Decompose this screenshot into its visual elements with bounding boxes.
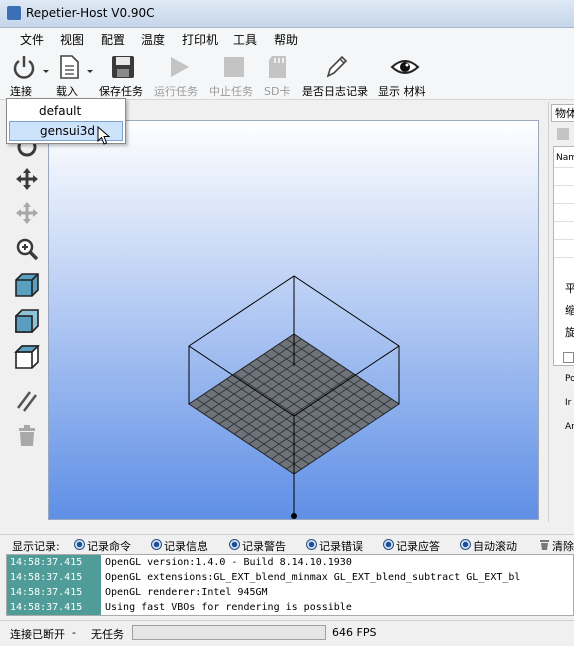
pencil-icon — [326, 55, 348, 78]
log-row: 14:58:37.415 OpenGL extensions:GL_EXT_bl… — [7, 570, 573, 585]
power-icon — [13, 56, 35, 79]
menu-file[interactable]: 文件 — [20, 31, 44, 48]
print-volume-canvas — [188, 275, 400, 519]
title-bar: Repetier-Host V0.90C — [0, 0, 574, 28]
parallel-projection-icon[interactable] — [14, 388, 40, 414]
log-timestamp: 14:58:37.415 — [7, 555, 101, 570]
app-icon — [7, 6, 21, 20]
log-filter-label: 显示记录: — [12, 540, 60, 553]
load-label: 载入 — [56, 85, 78, 98]
3d-viewport[interactable] — [48, 120, 539, 520]
clear-log-button[interactable]: 清除 — [552, 538, 574, 554]
panel-label-ar: Ar — [565, 422, 574, 432]
sd-card-icon — [269, 56, 286, 78]
log-message: OpenGL renderer:Intel 945GM — [105, 587, 268, 598]
isometric-view-icon[interactable] — [14, 272, 40, 298]
load-button[interactable]: 载入 — [52, 50, 96, 100]
mouse-cursor-icon — [97, 126, 111, 145]
log-row: 14:58:37.415 OpenGL renderer:Intel 945GM — [7, 585, 573, 600]
document-icon — [60, 55, 79, 79]
front-view-icon[interactable] — [14, 308, 40, 334]
connection-status: 连接已断开 — [10, 628, 65, 641]
log-message: Using fast VBOs for rendering is possibl… — [105, 602, 352, 613]
filter-acks[interactable]: 记录应答 — [396, 538, 440, 554]
play-icon — [171, 57, 189, 77]
status-separator: - — [72, 626, 76, 639]
log-row: 14:58:37.415 OpenGL version:1.4.0 - Buil… — [7, 555, 573, 570]
filter-errors[interactable]: 记录错误 — [319, 538, 363, 554]
log-filter-bar: 显示记录: 记录命令 记录信息 记录警告 记录错误 记录应答 自动滚动 清除 — [0, 534, 574, 554]
radio-icon[interactable] — [306, 539, 317, 550]
show-filament-label: 显示 材料 — [378, 85, 426, 98]
eye-icon — [390, 60, 420, 74]
log-timestamp: 14:58:37.415 — [7, 600, 101, 615]
save-job-label: 保存任务 — [99, 85, 143, 98]
job-progress-bar — [132, 625, 326, 640]
move-icon[interactable] — [14, 166, 40, 192]
stop-icon — [224, 57, 244, 77]
view-tools — [6, 120, 46, 530]
run-job-button[interactable]: 运行任务 — [152, 50, 204, 100]
log-console[interactable]: 14:58:37.415 OpenGL version:1.4.0 - Buil… — [6, 554, 574, 616]
panel-label-rotate: 旋 — [565, 326, 574, 339]
save-icon — [112, 56, 134, 78]
save-job-button[interactable]: 保存任务 — [96, 50, 150, 100]
radio-icon[interactable] — [229, 539, 240, 550]
menu-config[interactable]: 配置 — [101, 31, 125, 48]
move-object-icon[interactable] — [14, 200, 40, 226]
filter-autoscroll[interactable]: 自动滚动 — [473, 538, 517, 554]
log-toggle-label: 是否日志记录 — [302, 85, 368, 98]
radio-icon[interactable] — [460, 539, 471, 550]
log-timestamp: 14:58:37.415 — [7, 585, 101, 600]
origin-marker — [291, 513, 297, 519]
zoom-icon[interactable] — [14, 236, 40, 262]
save-small-icon[interactable] — [557, 128, 569, 140]
menu-bar: 文件 视图 配置 温度 打印机 工具 帮助 — [0, 28, 574, 50]
filter-warnings[interactable]: 记录警告 — [242, 538, 286, 554]
filter-commands[interactable]: 记录命令 — [87, 538, 131, 554]
log-message: OpenGL extensions:GL_EXT_blend_minmax GL… — [105, 572, 521, 583]
window-title: Repetier-Host V0.90C — [26, 6, 155, 20]
toolbar: 连接 载入 保存任务 运行任务 中止任务 SD卡 是否日志记录 显示 材料 — [0, 50, 574, 100]
tab-objects[interactable]: 物体 — [551, 104, 574, 122]
panel-checkbox[interactable] — [563, 352, 574, 363]
clear-icon[interactable] — [539, 539, 550, 551]
fps-readout: 646 FPS — [332, 626, 377, 639]
menu-printer[interactable]: 打印机 — [182, 31, 218, 48]
menu-view[interactable]: 视图 — [60, 31, 84, 48]
filter-info[interactable]: 记录信息 — [164, 538, 208, 554]
log-message: OpenGL version:1.4.0 - Build 8.14.10.193… — [105, 557, 352, 568]
top-view-icon[interactable] — [14, 344, 40, 370]
sd-card-label: SD卡 — [264, 85, 291, 98]
log-timestamp: 14:58:37.415 — [7, 570, 101, 585]
log-toggle-button[interactable]: 是否日志记录 — [300, 50, 372, 100]
radio-icon[interactable] — [74, 539, 85, 550]
menu-help[interactable]: 帮助 — [274, 31, 298, 48]
chevron-down-icon — [87, 70, 93, 73]
trash-icon[interactable] — [14, 422, 40, 448]
dropdown-option-default[interactable]: default — [9, 101, 123, 121]
column-header-name: Nam — [556, 153, 574, 163]
panel-label-po: Po — [565, 374, 574, 384]
connect-button[interactable]: 连接 — [6, 50, 50, 100]
panel-label-translate: 平 — [565, 282, 574, 295]
log-row: 14:58:37.415 Using fast VBOs for renderi… — [7, 600, 573, 615]
stop-job-button[interactable]: 中止任务 — [208, 50, 260, 100]
object-panel: 物体 Nam 平 缩 旋 Po Ir Ar — [548, 102, 574, 522]
status-bar: 连接已断开 - 无任务 646 FPS — [0, 620, 574, 646]
job-status: 无任务 — [91, 628, 124, 641]
menu-tools[interactable]: 工具 — [233, 31, 257, 48]
radio-icon[interactable] — [383, 539, 394, 550]
menu-temperature[interactable]: 温度 — [141, 31, 165, 48]
radio-icon[interactable] — [151, 539, 162, 550]
connect-label: 连接 — [10, 85, 32, 98]
show-filament-button[interactable]: 显示 材料 — [376, 50, 432, 100]
stop-job-label: 中止任务 — [209, 85, 253, 98]
panel-label-ir: Ir — [565, 398, 572, 408]
run-job-label: 运行任务 — [154, 85, 198, 98]
sd-card-button[interactable]: SD卡 — [262, 50, 296, 100]
chevron-down-icon — [43, 70, 49, 73]
panel-label-scale: 缩 — [565, 304, 574, 317]
